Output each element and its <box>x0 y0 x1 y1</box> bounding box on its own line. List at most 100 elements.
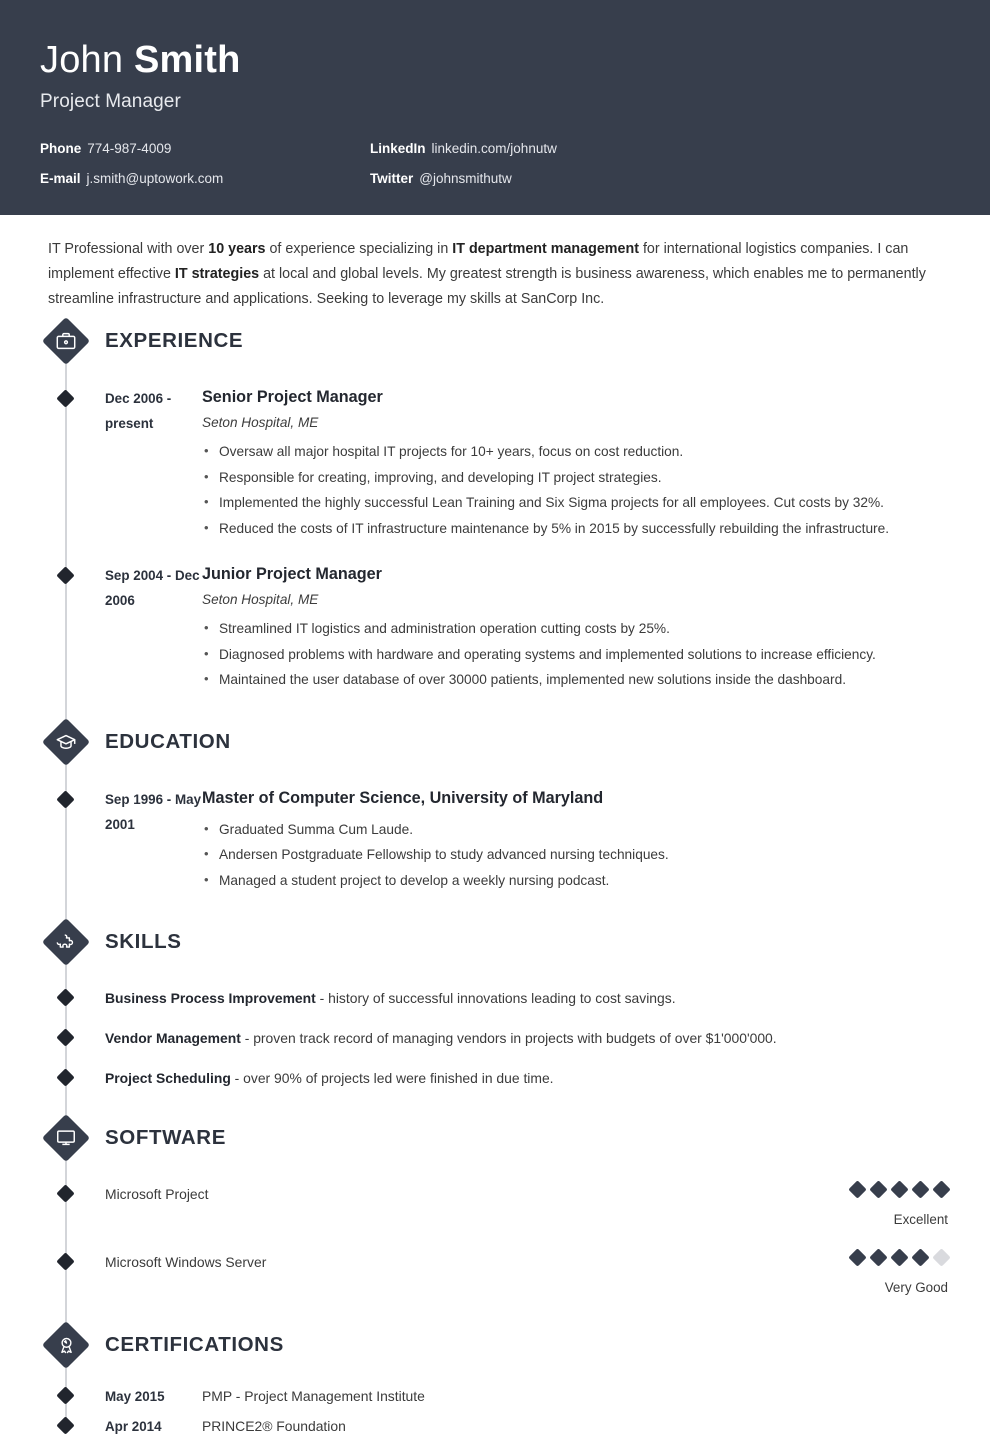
entry-role: Junior Project Manager <box>202 565 382 583</box>
list-item: Streamlined IT logistics and administrat… <box>202 615 950 642</box>
software-item: Microsoft Windows Server Very Good <box>48 1248 951 1296</box>
list-item: Graduated Summa Cum Laude. <box>202 816 950 843</box>
certification-date: May 2015 <box>105 1389 165 1404</box>
section-title-education: EDUCATION <box>105 729 231 753</box>
section-header-experience: EXPERIENCE <box>41 316 950 366</box>
experience-entry: Sep 2004 - Dec 2006 Junior Project Manag… <box>48 563 950 693</box>
list-item: Responsible for creating, improving, and… <box>202 464 950 491</box>
rating-label: Very Good <box>884 1280 948 1295</box>
entry-degree: Master of Computer Science, University o… <box>202 788 604 807</box>
section-header-skills: SKILLS <box>41 917 950 967</box>
skill-description: - over 90% of projects led were finished… <box>230 1070 554 1086</box>
software-name: Microsoft Project <box>105 1186 209 1202</box>
contact-linkedin-label: LinkedIn <box>370 141 426 156</box>
rating-dots <box>848 1248 951 1268</box>
skill-description: - proven track record of managing vendor… <box>240 1030 777 1046</box>
resume-header: John Smith Project Manager Phone 774-987-… <box>0 0 990 215</box>
skill-item: Vendor Management - proven track record … <box>48 1027 950 1049</box>
timeline-bullet <box>56 389 75 408</box>
resume-timeline: EXPERIENCE Dec 2006 - present Senior Pro… <box>41 316 951 1435</box>
section-certifications: CERTIFICATIONS May 2015 PMP - Project Ma… <box>41 1320 950 1435</box>
list-item: Andersen Postgraduate Fellowship to stud… <box>202 841 950 868</box>
software-name: Microsoft Windows Server <box>105 1254 267 1270</box>
rating-diamond <box>848 1180 867 1199</box>
resume-body: IT Professional with over 10 years of ex… <box>0 215 990 1435</box>
timeline-bullet <box>56 789 75 809</box>
summary-bold-3: IT strategies <box>174 266 260 282</box>
job-title: Project Manager <box>40 91 181 112</box>
rating-diamond <box>932 1248 951 1267</box>
rating-diamond <box>848 1248 867 1267</box>
contact-email[interactable]: E-mail j.smith@uptowork.com <box>40 171 370 186</box>
timeline-bullet <box>56 1416 75 1435</box>
timeline-bullet <box>56 1068 75 1087</box>
skill-item: Business Process Improvement - history o… <box>48 987 950 1009</box>
list-item: Reduced the costs of IT infrastructure m… <box>202 515 950 542</box>
section-education: EDUCATION Sep 1996 - May 2001 Master of … <box>41 717 950 894</box>
experience-entry: Dec 2006 - present Senior Project Manage… <box>48 386 950 541</box>
timeline-bullet <box>56 566 75 585</box>
entry-points: Graduated Summa Cum Laude. Andersen Post… <box>202 816 950 894</box>
timeline-bullet <box>56 1386 75 1405</box>
section-header-certifications: CERTIFICATIONS <box>41 1320 950 1370</box>
award-ribbon-icon <box>54 1333 78 1357</box>
section-header-software: SOFTWARE <box>41 1113 950 1163</box>
list-item: Maintained the user database of over 300… <box>202 666 950 693</box>
contact-phone-label: Phone <box>40 141 82 156</box>
skill-item: Project Scheduling - over 90% of project… <box>48 1067 950 1089</box>
skill-name: Vendor Management <box>105 1030 241 1046</box>
rating-diamond <box>890 1248 909 1267</box>
skill-name: Business Process Improvement <box>105 990 316 1006</box>
certification-name: PMP - Project Management Institute <box>202 1388 425 1404</box>
puzzle-piece-icon <box>54 930 78 954</box>
entry-company: Seton Hospital, ME <box>202 592 319 607</box>
contact-linkedin-value[interactable]: linkedin.com/johnutw <box>432 141 557 156</box>
entry-dates: Dec 2006 - present <box>105 391 172 431</box>
contact-phone: Phone 774-987-4009 <box>40 141 370 156</box>
section-skills: SKILLS Business Process Improvement - hi… <box>41 917 950 1089</box>
rating-diamond <box>869 1180 888 1199</box>
rating-diamond <box>869 1248 888 1267</box>
timeline-bullet <box>56 988 75 1007</box>
certification-item: May 2015 PMP - Project Management Instit… <box>48 1386 950 1405</box>
section-header-education: EDUCATION <box>41 717 950 766</box>
software-rating: Very Good <box>848 1248 951 1296</box>
list-item: Implemented the highly successful Lean T… <box>202 489 950 516</box>
certification-item: Apr 2014 PRINCE2® Foundation <box>48 1416 950 1435</box>
rating-label: Excellent <box>893 1212 948 1227</box>
rating-dots <box>848 1180 951 1200</box>
contact-email-label: E-mail <box>40 171 81 186</box>
rating-diamond <box>932 1180 951 1199</box>
graduation-cap-icon <box>54 730 78 754</box>
summary-bold-2: IT department management <box>452 241 639 257</box>
section-software: SOFTWARE Microsoft Project Excellent Mic… <box>41 1113 951 1296</box>
summary-text-1: IT Professional with over <box>48 241 209 257</box>
contact-twitter-value[interactable]: @johnsmithutw <box>419 171 512 186</box>
entry-company: Seton Hospital, ME <box>202 415 319 430</box>
section-title-certifications: CERTIFICATIONS <box>105 1333 284 1356</box>
certification-date: Apr 2014 <box>105 1419 162 1434</box>
list-item: Diagnosed problems with hardware and ope… <box>202 641 950 668</box>
monitor-icon <box>54 1126 78 1150</box>
certification-name: PRINCE2® Foundation <box>202 1418 346 1434</box>
contact-twitter-label: Twitter <box>370 171 414 186</box>
software-item: Microsoft Project Excellent <box>48 1180 951 1228</box>
rating-diamond <box>911 1180 930 1199</box>
briefcase-icon <box>54 329 78 353</box>
summary-bold-1: 10 years <box>208 241 266 257</box>
software-rating: Excellent <box>848 1180 951 1228</box>
education-entry: Sep 1996 - May 2001 Master of Computer S… <box>48 787 950 894</box>
section-title-skills: SKILLS <box>105 930 182 953</box>
rating-diamond <box>890 1180 909 1199</box>
summary-text-2: of experience specializing in <box>265 241 453 257</box>
last-name: Smith <box>133 39 241 81</box>
timeline-bullet <box>56 1028 75 1047</box>
contact-linkedin[interactable]: LinkedIn linkedin.com/johnutw <box>370 141 950 156</box>
contact-twitter[interactable]: Twitter @johnsmithutw <box>370 171 950 186</box>
section-title-software: SOFTWARE <box>105 1126 226 1149</box>
contact-email-value[interactable]: j.smith@uptowork.com <box>87 171 224 186</box>
skill-description: - history of successful innovations lead… <box>315 990 676 1006</box>
contact-phone-value: 774-987-4009 <box>87 141 172 156</box>
rating-diamond <box>911 1248 930 1267</box>
first-name: John <box>40 39 124 81</box>
